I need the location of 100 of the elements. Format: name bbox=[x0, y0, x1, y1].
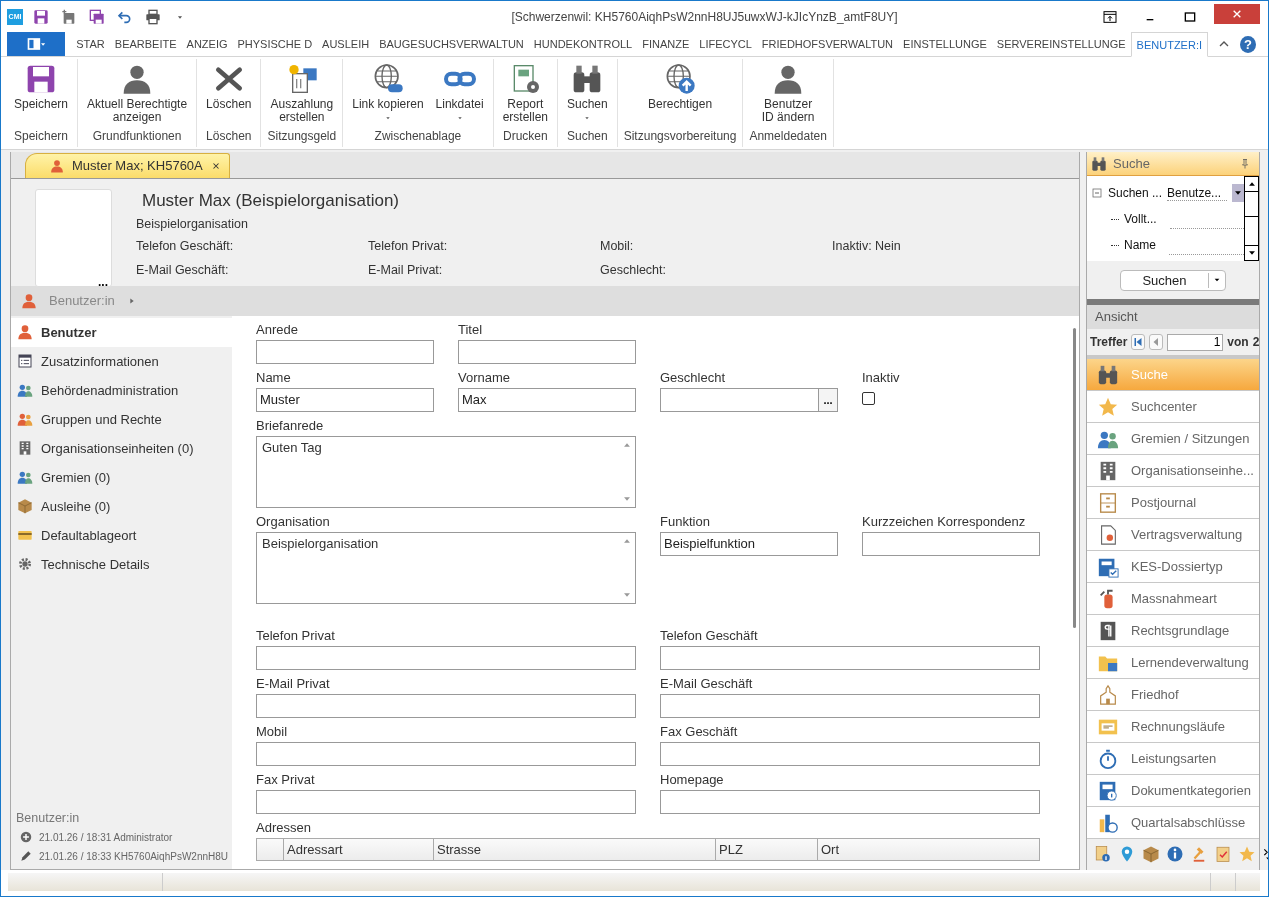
module-item[interactable]: Organisationseinhe... bbox=[1087, 455, 1259, 487]
module-item[interactable]: Quartalsabschlüsse bbox=[1087, 807, 1259, 839]
combo-value[interactable]: Benutze... bbox=[1167, 185, 1228, 201]
ribbon-tab[interactable]: SERVEREINSTELLUNGE bbox=[991, 32, 1131, 56]
text-field[interactable] bbox=[660, 645, 1040, 670]
ribbon-button[interactable]: Benutzer ID ändern bbox=[758, 63, 818, 129]
ribbon-button[interactable]: Löschen bbox=[203, 63, 255, 129]
close-icon[interactable] bbox=[210, 160, 221, 171]
ribbon-tab[interactable]: BEARBEITE bbox=[109, 32, 182, 56]
field-label: Telefon Privat bbox=[256, 627, 336, 644]
nav-item[interactable]: Ausleihe (0) bbox=[11, 491, 232, 521]
ribbon-tab[interactable]: FINANZE bbox=[637, 32, 695, 56]
column-header[interactable]: Strasse bbox=[434, 837, 716, 861]
module-item[interactable]: Friedhof bbox=[1087, 679, 1259, 711]
checkbox[interactable] bbox=[862, 391, 875, 405]
pin-icon[interactable] bbox=[1239, 157, 1251, 170]
nav-label: Ausleihe (0) bbox=[41, 498, 111, 514]
module-item[interactable]: Dokumentkategorien bbox=[1087, 775, 1259, 807]
picker-button[interactable]: ... bbox=[819, 387, 838, 412]
nav-item[interactable]: Organisationseinheiten (0) bbox=[11, 433, 232, 463]
nav-label: Behördenadministration bbox=[41, 382, 179, 398]
text-field[interactable] bbox=[458, 339, 636, 364]
collapse-icon[interactable] bbox=[1091, 187, 1103, 199]
module-item[interactable]: Lernendeverwaltung bbox=[1087, 647, 1259, 679]
module-item[interactable]: Gremien / Sitzungen bbox=[1087, 423, 1259, 455]
column-header[interactable]: Ort bbox=[818, 837, 1040, 861]
info-icon[interactable] bbox=[1166, 845, 1184, 863]
info-label: E-Mail Privat: bbox=[368, 262, 444, 277]
scroll-bar[interactable] bbox=[1244, 176, 1259, 261]
help-button[interactable]: ? bbox=[1240, 35, 1256, 53]
nav-item[interactable]: Gruppen und Rechte bbox=[11, 404, 232, 434]
ribbon-tab[interactable]: AUSLEIH bbox=[317, 32, 375, 56]
module-item[interactable]: Rechnungsläufe bbox=[1087, 711, 1259, 743]
group-label: Zwischenablage bbox=[374, 129, 462, 143]
text-field[interactable] bbox=[660, 693, 1040, 718]
module-item[interactable]: Massnahmeart bbox=[1087, 583, 1259, 615]
ribbon-button[interactable]: Aktuell Berechtigte anzeigen bbox=[84, 63, 191, 129]
module-item[interactable]: Rechtsgrundlage bbox=[1087, 615, 1259, 647]
ribbon-button[interactable]: Linkdatei bbox=[432, 63, 487, 129]
scroll-bar[interactable] bbox=[1073, 327, 1076, 628]
person-icon bbox=[21, 292, 37, 309]
people-icon bbox=[17, 382, 33, 399]
nav-item[interactable]: Benutzer bbox=[11, 317, 232, 347]
text-field[interactable]: Beispielfunktion bbox=[660, 531, 838, 556]
text-field[interactable] bbox=[256, 741, 636, 766]
star-icon[interactable] bbox=[1238, 845, 1256, 863]
ribbon-tab[interactable]: EINSTELLUNGE bbox=[898, 32, 992, 56]
nav-item[interactable]: Behördenadministration bbox=[11, 375, 232, 405]
clipboard-icon[interactable] bbox=[1214, 845, 1232, 863]
ribbon-tab[interactable]: HUNDEKONTROLL bbox=[528, 32, 638, 56]
audit-title: Benutzer:in bbox=[16, 811, 81, 825]
module-item[interactable]: Vertragsverwaltung bbox=[1087, 519, 1259, 551]
text-field[interactable]: Max bbox=[458, 387, 636, 412]
document-tab[interactable]: Muster Max; KH5760A bbox=[25, 152, 230, 178]
tree-item[interactable]: Suchen ... bbox=[1108, 186, 1163, 200]
module-item[interactable]: Suchcenter bbox=[1087, 391, 1259, 423]
tree-item[interactable]: Name bbox=[1124, 238, 1156, 252]
ribbon-button[interactable]: Report erstellen bbox=[499, 63, 551, 129]
ribbon-display-icon[interactable] bbox=[1102, 8, 1118, 25]
text-field[interactable] bbox=[862, 531, 1040, 556]
more-button[interactable]: ... bbox=[98, 274, 108, 289]
text-field[interactable] bbox=[256, 693, 636, 718]
nav-item[interactable]: Gremien (0) bbox=[11, 462, 232, 492]
ribbon-tab[interactable]: FRIEDHOFSVERWALTUN bbox=[756, 32, 899, 56]
ribbon-tab[interactable]: LIFECYCL bbox=[694, 32, 757, 56]
column-header[interactable]: PLZ bbox=[716, 837, 818, 861]
document-info-icon[interactable] bbox=[1094, 845, 1112, 863]
module-item[interactable]: Leistungsarten bbox=[1087, 743, 1259, 775]
module-item[interactable]: Postjournal bbox=[1087, 487, 1259, 519]
ribbon-tab[interactable]: ANZEIG bbox=[181, 32, 233, 56]
nav-item[interactable]: Defaultablageort bbox=[11, 520, 232, 550]
dropdown-button[interactable] bbox=[1232, 184, 1245, 202]
ribbon-button[interactable]: Speichern bbox=[11, 63, 72, 129]
box-icon[interactable] bbox=[1142, 845, 1160, 863]
first-page-button[interactable] bbox=[1131, 334, 1146, 350]
ribbon-tab[interactable]: BAUGESUCHSVERWALTUN bbox=[374, 32, 529, 56]
previous-page-button[interactable] bbox=[1149, 334, 1164, 350]
page-field[interactable]: 1 bbox=[1167, 333, 1224, 351]
nav-item[interactable]: Technische Details bbox=[11, 549, 232, 579]
ribbon-tab[interactable]: BENUTZER:I bbox=[1130, 32, 1208, 57]
text-field[interactable] bbox=[660, 789, 1040, 814]
column-header[interactable]: Adressart bbox=[284, 837, 434, 861]
ribbon-tab[interactable]: STAR bbox=[71, 32, 110, 56]
text-field[interactable] bbox=[256, 789, 636, 814]
text-field[interactable] bbox=[256, 339, 434, 364]
close-button[interactable] bbox=[1214, 3, 1260, 24]
file-menu-button[interactable] bbox=[7, 32, 66, 56]
ribbon-button[interactable]: Berechtigen bbox=[645, 63, 716, 129]
text-field[interactable]: Muster bbox=[256, 387, 434, 412]
text-field[interactable] bbox=[660, 387, 819, 412]
nav-item[interactable]: Zusatzinformationen bbox=[11, 346, 232, 376]
ribbon-button[interactable]: Auszahlung erstellen bbox=[267, 63, 337, 129]
ribbon-tab[interactable]: PHYSISCHE D bbox=[232, 32, 318, 56]
search-button[interactable]: Suchen bbox=[1120, 269, 1226, 291]
tree-item[interactable]: Vollt... bbox=[1124, 212, 1157, 226]
module-item[interactable]: KES-Dossiertyp bbox=[1087, 551, 1259, 583]
ribbon-button[interactable]: Suchen bbox=[564, 63, 611, 129]
ribbon-button[interactable]: Link kopieren bbox=[349, 63, 427, 129]
text-field[interactable] bbox=[660, 741, 1040, 766]
text-field[interactable] bbox=[256, 645, 636, 670]
